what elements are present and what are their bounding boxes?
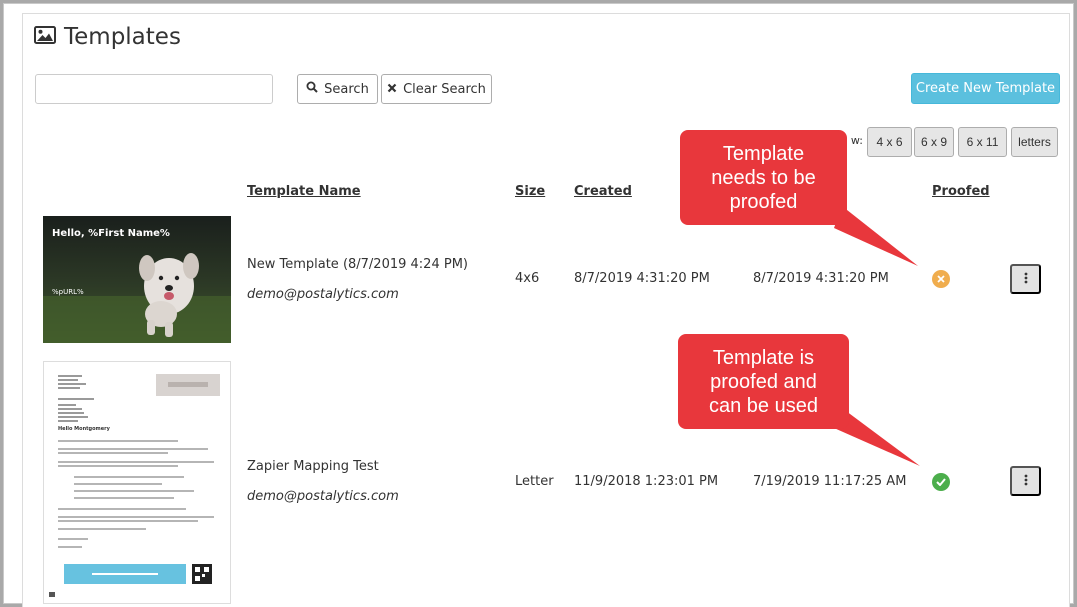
callout-needs-proofing: Template needs to be proofed [680, 130, 847, 225]
callout-is-proofed-text: Template is proofed and can be used [709, 346, 818, 417]
callout-is-proofed: Template is proofed and can be used [678, 334, 849, 429]
callout-needs-proofing-text: Template needs to be proofed [711, 142, 816, 213]
callout-pointers [834, 206, 920, 466]
